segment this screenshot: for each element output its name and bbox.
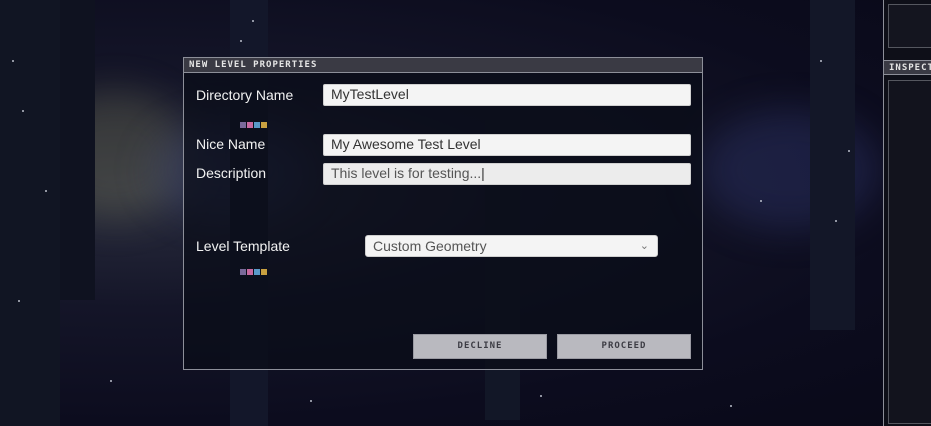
level-template-label: Level Template: [196, 238, 290, 254]
dialog-title: NEW LEVEL PROPERTIES: [184, 58, 702, 73]
directory-name-input[interactable]: MyTestLevel: [323, 84, 691, 106]
level-template-select[interactable]: Custom Geometry ⌄: [365, 235, 658, 257]
description-input[interactable]: This level is for testing...|: [323, 163, 691, 185]
directory-name-label: Directory Name: [196, 87, 294, 103]
background-light: [848, 150, 850, 152]
background-light: [18, 300, 20, 302]
background-light: [240, 40, 242, 42]
background-building: [810, 0, 855, 330]
proceed-button[interactable]: PROCEED: [557, 334, 691, 359]
inspector-panel: INSPECTOR: [883, 0, 931, 426]
new-level-dialog: NEW LEVEL PROPERTIES Directory Name MyTe…: [183, 57, 703, 370]
background-light: [730, 405, 732, 407]
description-label: Description: [196, 165, 267, 181]
text-cursor: |: [481, 165, 485, 181]
background-light: [820, 60, 822, 62]
background-light: [12, 60, 14, 62]
background-light: [110, 380, 112, 382]
background-light: [45, 190, 47, 192]
background-light: [252, 20, 254, 22]
level-template-value: Custom Geometry: [373, 238, 487, 254]
inspector-top-panel: [888, 4, 931, 48]
background-light: [760, 200, 762, 202]
description-value: This level is for testing...: [331, 165, 482, 181]
background-light: [310, 400, 312, 402]
inspector-title: INSPECTOR: [884, 60, 931, 75]
chevron-down-icon: ⌄: [639, 240, 649, 252]
background-light: [22, 110, 24, 112]
background-light: [835, 220, 837, 222]
background-building: [60, 0, 95, 300]
inspector-content: [888, 80, 931, 424]
nice-name-input[interactable]: My Awesome Test Level: [323, 134, 691, 156]
pixel-sprite-icon: [240, 113, 274, 128]
background-light: [540, 395, 542, 397]
pixel-sprite-icon: [240, 260, 274, 275]
background-building: [0, 0, 60, 426]
decline-button[interactable]: DECLINE: [413, 334, 547, 359]
nice-name-label: Nice Name: [196, 136, 266, 152]
